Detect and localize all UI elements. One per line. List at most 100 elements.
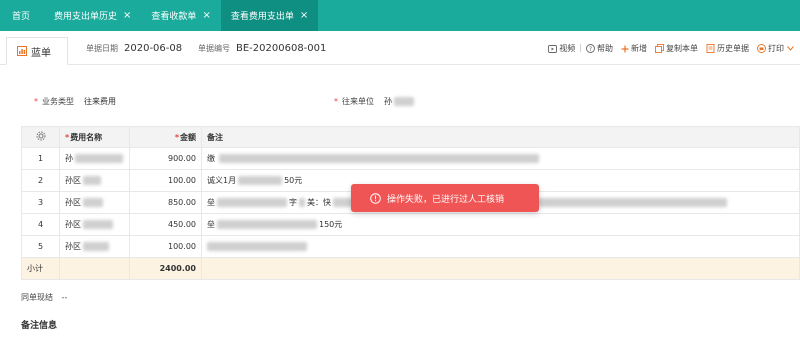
required-mark: *	[334, 97, 338, 106]
plus-icon	[621, 45, 629, 52]
settings-icon[interactable]	[36, 131, 46, 141]
cell-amount[interactable]: 450.00	[129, 213, 202, 236]
history-label: 历史单据	[717, 44, 749, 53]
redacted-text	[217, 198, 287, 207]
add-label: 新增	[631, 44, 647, 53]
svg-text:?: ?	[589, 46, 592, 53]
cell-name-text: 孙区	[65, 198, 81, 207]
redacted-text	[83, 242, 109, 251]
redacted-text	[299, 198, 305, 207]
video-icon	[548, 44, 558, 53]
cell-name[interactable]: 孙区	[59, 235, 130, 258]
tab-label: 查看费用支出单	[230, 12, 294, 22]
cell-remark[interactable]	[201, 235, 800, 258]
cell-remark[interactable]: 垒 150元	[201, 213, 800, 236]
cell-name[interactable]: 孙	[59, 147, 130, 170]
video-button[interactable]: 视频	[548, 43, 575, 54]
biz-type-value[interactable]: 往来费用	[84, 97, 116, 106]
history-icon	[706, 44, 715, 53]
same-unit-value: --	[61, 293, 68, 302]
redacted-text	[527, 198, 727, 207]
tab-view-expense[interactable]: 查看费用支出单 ×	[220, 0, 319, 31]
column-settings[interactable]	[21, 126, 60, 148]
subtotal-empty	[59, 257, 130, 280]
toolbar-separator: |	[579, 43, 582, 52]
cell-amount[interactable]: 900.00	[129, 147, 202, 170]
document-header: 蓝单 单据日期 2020-06-08 单据编号 BE-20200608-001 视频…	[0, 31, 800, 65]
cell-amount[interactable]: 100.00	[129, 235, 202, 258]
redacted-text	[83, 220, 113, 229]
cell-remark-tail: 150元	[319, 220, 343, 229]
tab-label: 费用支出单历史	[54, 12, 118, 22]
required-mark: *	[65, 132, 70, 142]
biz-type-label: 业务类型	[42, 97, 74, 106]
error-toast: 操作失败，已进行过人工核销	[351, 184, 539, 212]
cell-name[interactable]: 孙区	[59, 213, 130, 236]
cell-name[interactable]: 孙区	[59, 191, 130, 214]
chevron-down-icon[interactable]	[787, 46, 794, 51]
cell-name-text: 孙	[65, 154, 73, 163]
cell-name-text: 孙区	[65, 220, 81, 229]
cell-name-text: 孙区	[65, 176, 81, 185]
alert-circle-icon	[370, 192, 381, 204]
cell-remark-text: 诚义1月	[207, 176, 237, 185]
top-tab-bar: 首页 费用支出单历史 × 查看收款单 × 查看费用支出单 ×	[0, 0, 800, 31]
column-remark-label: 备注	[207, 132, 223, 142]
doc-type-label: 蓝单	[31, 47, 51, 59]
column-amount-label: 金额	[180, 132, 196, 142]
tab-home[interactable]: 首页	[0, 0, 44, 31]
subtotal-remark	[201, 257, 800, 280]
doc-date-label: 单据日期	[86, 44, 118, 53]
row-index: 2	[21, 169, 60, 192]
table-row[interactable]: 1 孙 900.00 缴	[21, 147, 800, 170]
copy-button[interactable]: 复制本单	[655, 43, 698, 54]
cell-remark-tail: 50元	[284, 176, 303, 185]
redacted-text	[207, 242, 307, 251]
subtotal-label: 小计	[21, 257, 60, 280]
tab-view-receipt[interactable]: 查看收款单 ×	[141, 0, 220, 31]
tab-expense-history[interactable]: 费用支出单历史 ×	[44, 0, 141, 31]
doc-date-value: 2020-06-08	[124, 43, 183, 54]
cell-amount[interactable]: 100.00	[129, 169, 202, 192]
close-icon[interactable]: ×	[123, 10, 131, 21]
unit-value[interactable]: 孙	[384, 97, 392, 106]
cell-name-text: 孙区	[65, 242, 81, 251]
close-icon[interactable]: ×	[300, 10, 308, 21]
help-icon: ?	[586, 44, 595, 53]
table-row[interactable]: 5 孙区 100.00	[21, 235, 800, 258]
cell-remark-mid2: 美：快	[307, 198, 331, 207]
redacted-text	[219, 154, 539, 163]
history-button[interactable]: 历史单据	[706, 43, 749, 54]
row-index: 4	[21, 213, 60, 236]
redacted-text	[75, 154, 123, 163]
print-button[interactable]: 打印	[757, 43, 796, 54]
doc-type-tab[interactable]: 蓝单	[6, 37, 68, 65]
cell-remark[interactable]: 缴	[201, 147, 800, 170]
add-button[interactable]: 新增	[621, 43, 647, 54]
video-label: 视频	[559, 44, 576, 53]
cell-name[interactable]: 孙区	[59, 169, 130, 192]
cell-amount[interactable]: 850.00	[129, 191, 202, 214]
note-section-title: 备注信息	[21, 321, 58, 331]
cell-remark-text: 垒	[207, 220, 215, 229]
doc-number-label: 单据编号	[198, 44, 230, 53]
redacted-text	[83, 198, 103, 207]
close-icon[interactable]: ×	[202, 10, 210, 21]
redacted-text	[217, 220, 317, 229]
doc-date: 单据日期 2020-06-08	[86, 43, 182, 54]
help-button[interactable]: ? 帮助	[586, 43, 613, 54]
column-remark: 备注	[201, 126, 800, 148]
column-name-label: 费用名称	[70, 132, 103, 142]
subtotal-row: 小计 2400.00	[21, 257, 800, 280]
copy-label: 复制本单	[666, 44, 698, 53]
same-unit-settle: 同单现结 --	[21, 292, 67, 303]
print-label: 打印	[768, 44, 784, 53]
tab-label: 首页	[12, 12, 31, 22]
cell-remark-text: 缴	[207, 154, 215, 163]
redacted-text	[238, 176, 283, 185]
row-index: 3	[21, 191, 60, 214]
print-icon	[757, 44, 766, 53]
required-mark: *	[174, 132, 179, 142]
redacted-text	[83, 176, 101, 185]
table-row[interactable]: 4 孙区 450.00 垒 150元	[21, 213, 800, 236]
